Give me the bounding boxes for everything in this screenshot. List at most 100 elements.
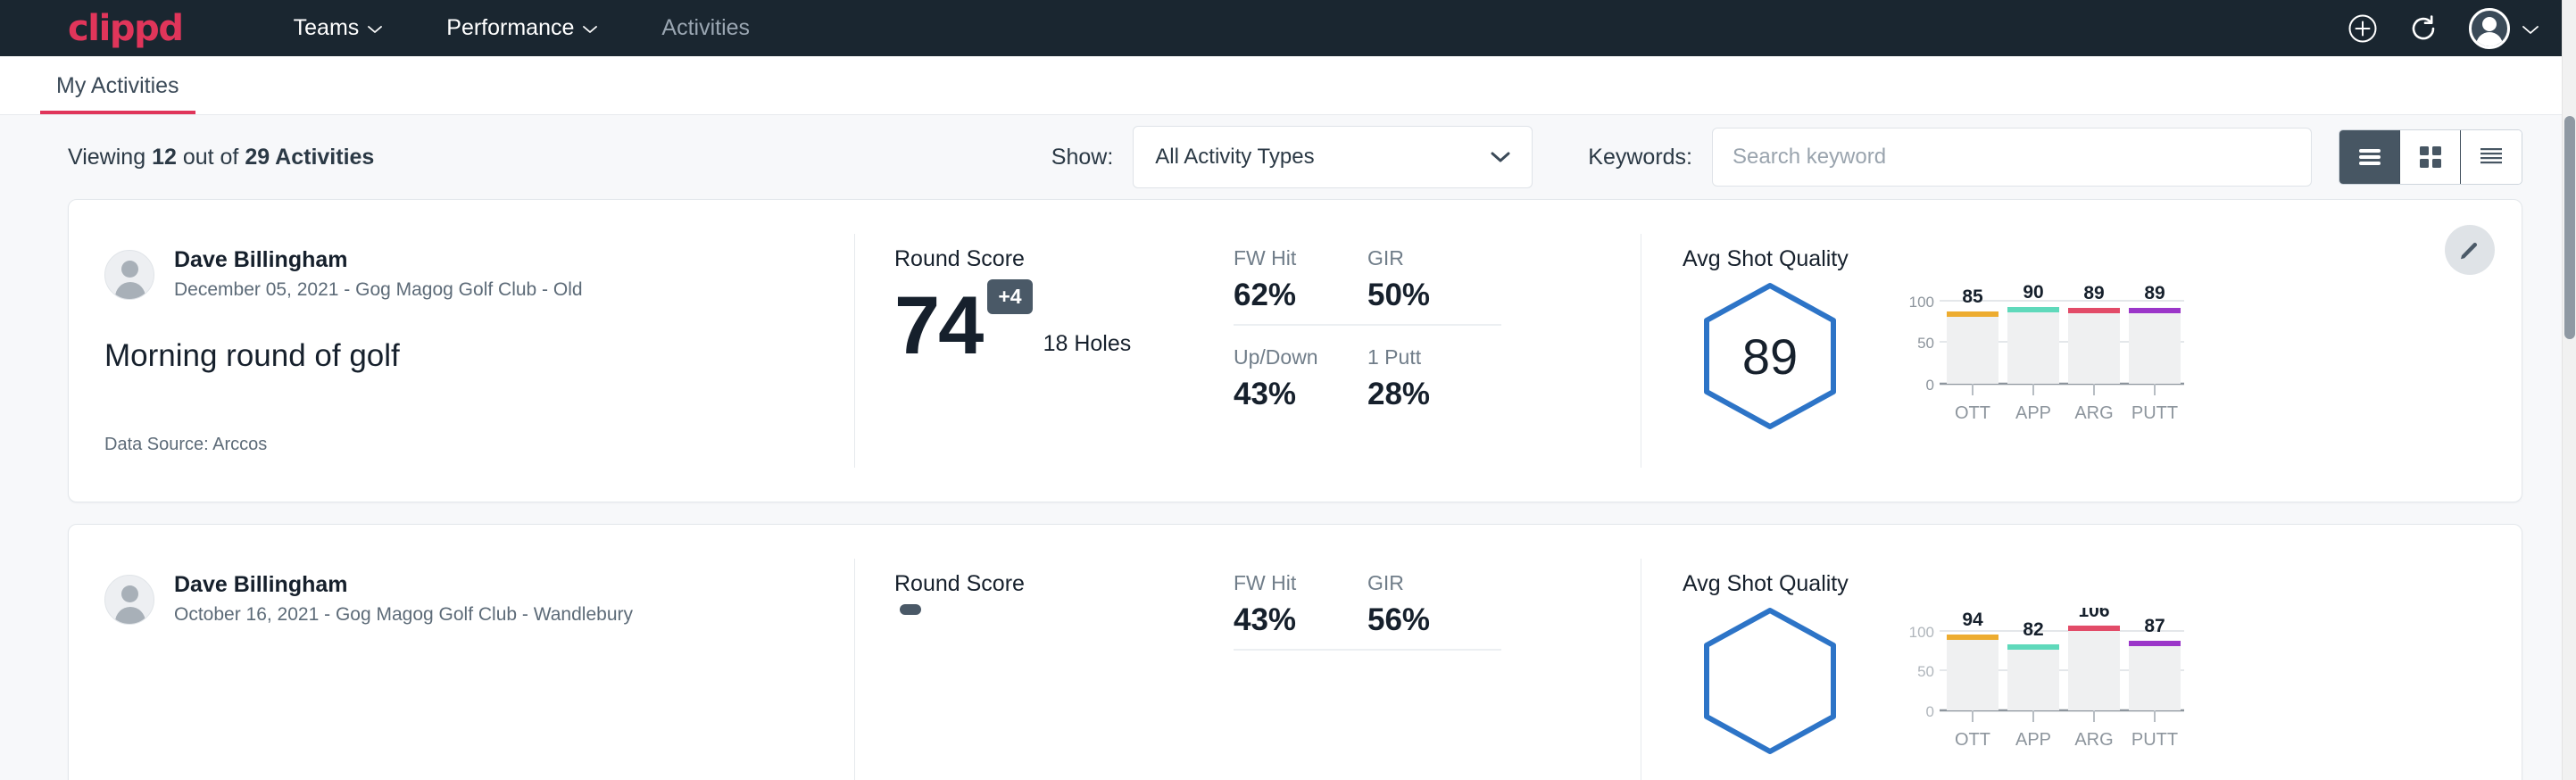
stat-column-right: GIR 50% 1 Putt 28% <box>1367 246 1501 502</box>
avatar-body <box>2476 32 2503 46</box>
stat-gir-label: GIR <box>1367 246 1469 270</box>
svg-text:ARG: ARG <box>2074 403 2113 423</box>
nav-item-teams-label: Teams <box>294 15 360 41</box>
nav-item-performance[interactable]: Performance <box>414 15 629 41</box>
round-score-column: Round Score 74 +4 18 Holes FW Hit 62% Up… <box>855 200 1641 502</box>
svg-text:0: 0 <box>1926 377 1934 394</box>
tab-my-activities[interactable]: My Activities <box>40 73 195 114</box>
pencil-icon <box>2458 238 2481 261</box>
account-avatar[interactable] <box>2469 8 2537 49</box>
svg-text:82: 82 <box>2023 619 2043 640</box>
page-scrollbar[interactable] <box>2562 0 2576 780</box>
round-score-block: Round Score 74 +4 18 Holes <box>894 246 1234 502</box>
svg-text:OTT: OTT <box>1955 730 1990 750</box>
svg-text:PUTT: PUTT <box>2131 730 2178 750</box>
stat-up-down: Up/Down 43% <box>1234 345 1367 423</box>
avatar-head <box>2482 17 2497 31</box>
stat-column-left: FW Hit 62% Up/Down 43% <box>1234 246 1367 502</box>
stat-gir-value: 50% <box>1367 278 1469 313</box>
view-mode-toggle <box>2339 129 2522 185</box>
shot-quality-bar-chart: 100 50 0 94 82 106 87 <box>1897 608 2191 768</box>
add-icon[interactable] <box>2347 13 2378 44</box>
activity-info-column: Dave Billingham December 05, 2021 - Gog … <box>69 200 854 502</box>
svg-text:100: 100 <box>1909 624 1934 641</box>
avatar-head <box>121 585 138 602</box>
filter-toolbar: Viewing 12 out of 29 Activities Show: Al… <box>0 115 2576 199</box>
stat-gir-value: 56% <box>1367 602 1469 638</box>
svg-text:89: 89 <box>2083 283 2104 303</box>
svg-text:106: 106 <box>2078 608 2109 621</box>
compact-view-button[interactable] <box>2461 130 2522 184</box>
stat-fw-hit: FW Hit 62% <box>1234 246 1367 326</box>
svg-text:90: 90 <box>2023 283 2043 303</box>
svg-text:APP: APP <box>2015 403 2051 423</box>
stat-up-down-value: 43% <box>1234 377 1367 412</box>
avatar-body <box>115 282 145 300</box>
svg-text:100: 100 <box>1909 294 1934 311</box>
activity-type-select[interactable]: All Activity Types <box>1133 126 1533 188</box>
avatar <box>104 575 154 625</box>
nav-item-activities[interactable]: Activities <box>629 15 782 41</box>
svg-text:89: 89 <box>2144 283 2165 303</box>
svg-text:50: 50 <box>1917 663 1934 680</box>
player-header: Dave Billingham October 16, 2021 - Gog M… <box>104 571 854 629</box>
stat-fw-hit-label: FW Hit <box>1234 246 1335 270</box>
shot-quality-bar-chart: 100 50 0 85 <box>1897 283 2191 444</box>
viewing-prefix: Viewing <box>68 145 145 170</box>
player-name: Dave Billingham <box>174 246 583 274</box>
nav-item-teams[interactable]: Teams <box>262 15 415 41</box>
svg-text:87: 87 <box>2144 616 2165 636</box>
svg-text:85: 85 <box>1962 286 1983 307</box>
shot-quality-hexagon: 89 <box>1702 281 1838 431</box>
viewing-count: 12 <box>152 145 177 170</box>
stat-fw-hit-label: FW Hit <box>1234 571 1335 595</box>
list-view-button[interactable] <box>2339 130 2400 184</box>
edit-activity-button[interactable] <box>2445 225 2495 275</box>
hexagon-icon <box>1702 606 1838 756</box>
activity-card[interactable]: Dave Billingham October 16, 2021 - Gog M… <box>68 524 2522 780</box>
scrollbar-thumb[interactable] <box>2564 116 2575 339</box>
avg-shot-quality-label: Avg Shot Quality <box>1683 571 2522 597</box>
svg-text:94: 94 <box>1962 610 1983 630</box>
grid-view-button[interactable] <box>2400 130 2461 184</box>
round-score-row: 74 +4 18 Holes <box>894 279 1234 364</box>
avg-shot-quality-body: 89 100 50 0 <box>1683 281 2522 444</box>
stat-one-putt-value: 28% <box>1367 377 1501 412</box>
activity-card-list: Dave Billingham December 05, 2021 - Gog … <box>0 199 2576 780</box>
score-to-par-badge <box>900 604 921 615</box>
bar-chart-svg: 100 50 0 85 <box>1897 283 2191 439</box>
svg-text:PUTT: PUTT <box>2131 403 2178 423</box>
stat-gir: GIR 50% <box>1367 246 1501 326</box>
top-navigation-bar: clippd Teams Performance Activities <box>0 0 2576 56</box>
avg-shot-quality-column: Avg Shot Quality 89 100 <box>1641 200 2522 502</box>
activity-meta: October 16, 2021 - Gog Magog Golf Club -… <box>174 602 633 628</box>
svg-text:ARG: ARG <box>2074 730 2113 750</box>
nav-actions <box>2347 8 2537 49</box>
stat-fw-hit: FW Hit 43% <box>1234 571 1367 651</box>
activity-card[interactable]: Dave Billingham December 05, 2021 - Gog … <box>68 199 2522 502</box>
svg-text:OTT: OTT <box>1955 403 1990 423</box>
data-source-label: Data Source: Arccos <box>104 435 267 455</box>
svg-text:APP: APP <box>2015 730 2051 750</box>
avg-shot-quality-body: 100 50 0 94 82 106 87 <box>1683 606 2522 768</box>
player-name: Dave Billingham <box>174 571 633 599</box>
round-stats: FW Hit 43% GIR 56% <box>1234 571 1501 780</box>
avg-shot-quality-label: Avg Shot Quality <box>1683 246 2522 272</box>
shot-quality-hexagon <box>1702 606 1838 756</box>
clippd-logo[interactable]: clippd <box>68 11 183 46</box>
stat-one-putt-label: 1 Putt <box>1367 345 1501 369</box>
chevron-down-icon <box>2522 26 2537 34</box>
refresh-icon[interactable] <box>2408 13 2439 44</box>
search-input[interactable] <box>1712 128 2312 187</box>
tab-my-activities-label: My Activities <box>56 73 179 98</box>
avg-shot-quality-column: Avg Shot Quality 100 50 0 <box>1641 525 2522 780</box>
round-stats: FW Hit 62% Up/Down 43% GIR 50% 1 Putt <box>1234 246 1501 502</box>
keywords-label: Keywords: <box>1588 145 1692 170</box>
activity-type-value: All Activity Types <box>1155 145 1314 170</box>
avatar-body <box>115 607 145 625</box>
round-score-block: Round Score <box>894 571 1234 780</box>
round-score-label: Round Score <box>894 571 1234 597</box>
activity-title: Morning round of golf <box>104 338 854 374</box>
viewing-total: 29 Activities <box>245 145 374 170</box>
filter-controls: Show: All Activity Types Keywords: <box>1051 126 2522 188</box>
